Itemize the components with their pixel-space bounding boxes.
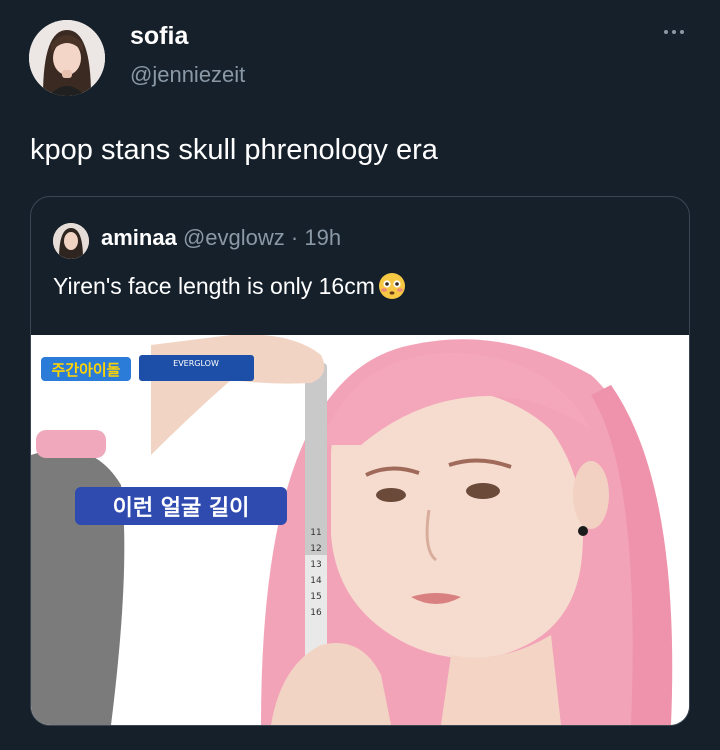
quoted-text: Yiren's face length is only 16cm [53, 272, 375, 299]
quoted-media-image[interactable]: 주간아이돌 EVERGLOW 이런 얼굴 길이 11 12 13 14 15 16 [31, 335, 689, 725]
more-icon[interactable] [656, 20, 692, 44]
tape-number: 15 [310, 592, 321, 602]
quoted-author-avatar[interactable] [53, 223, 89, 259]
separator-dot: · [290, 225, 299, 250]
quoted-author-name[interactable]: aminaa [101, 225, 177, 250]
flushed-face-icon [377, 271, 407, 301]
show-badge: EVERGLOW [173, 359, 219, 368]
quoted-header: aminaa @evglowz · 19h [101, 225, 341, 251]
show-logo: 주간아이돌 [51, 361, 120, 379]
tape-number: 12 [310, 544, 321, 554]
korean-caption: 이런 얼굴 길이 [113, 496, 250, 521]
tape-number: 14 [310, 576, 322, 586]
quoted-text-row: Yiren's face length is only 16cm [53, 271, 407, 301]
quoted-tweet[interactable]: aminaa @evglowz · 19h Yiren's face lengt… [30, 196, 690, 726]
more-dot [672, 30, 676, 34]
tweet-text: kpop stans skull phrenology era [30, 134, 438, 166]
quoted-timestamp[interactable]: 19h [304, 225, 341, 250]
tweet-card: sofia @jenniezeit kpop stans skull phren… [0, 0, 720, 750]
tape-number: 16 [310, 608, 322, 618]
tape-number: 11 [310, 528, 321, 538]
more-dot [664, 30, 668, 34]
more-dot [680, 30, 684, 34]
tape-number: 13 [310, 560, 321, 570]
author-handle[interactable]: @jenniezeit [130, 62, 245, 88]
author-avatar[interactable] [29, 20, 105, 96]
author-name[interactable]: sofia [130, 22, 188, 51]
quoted-author-handle[interactable]: @evglowz [183, 225, 285, 250]
